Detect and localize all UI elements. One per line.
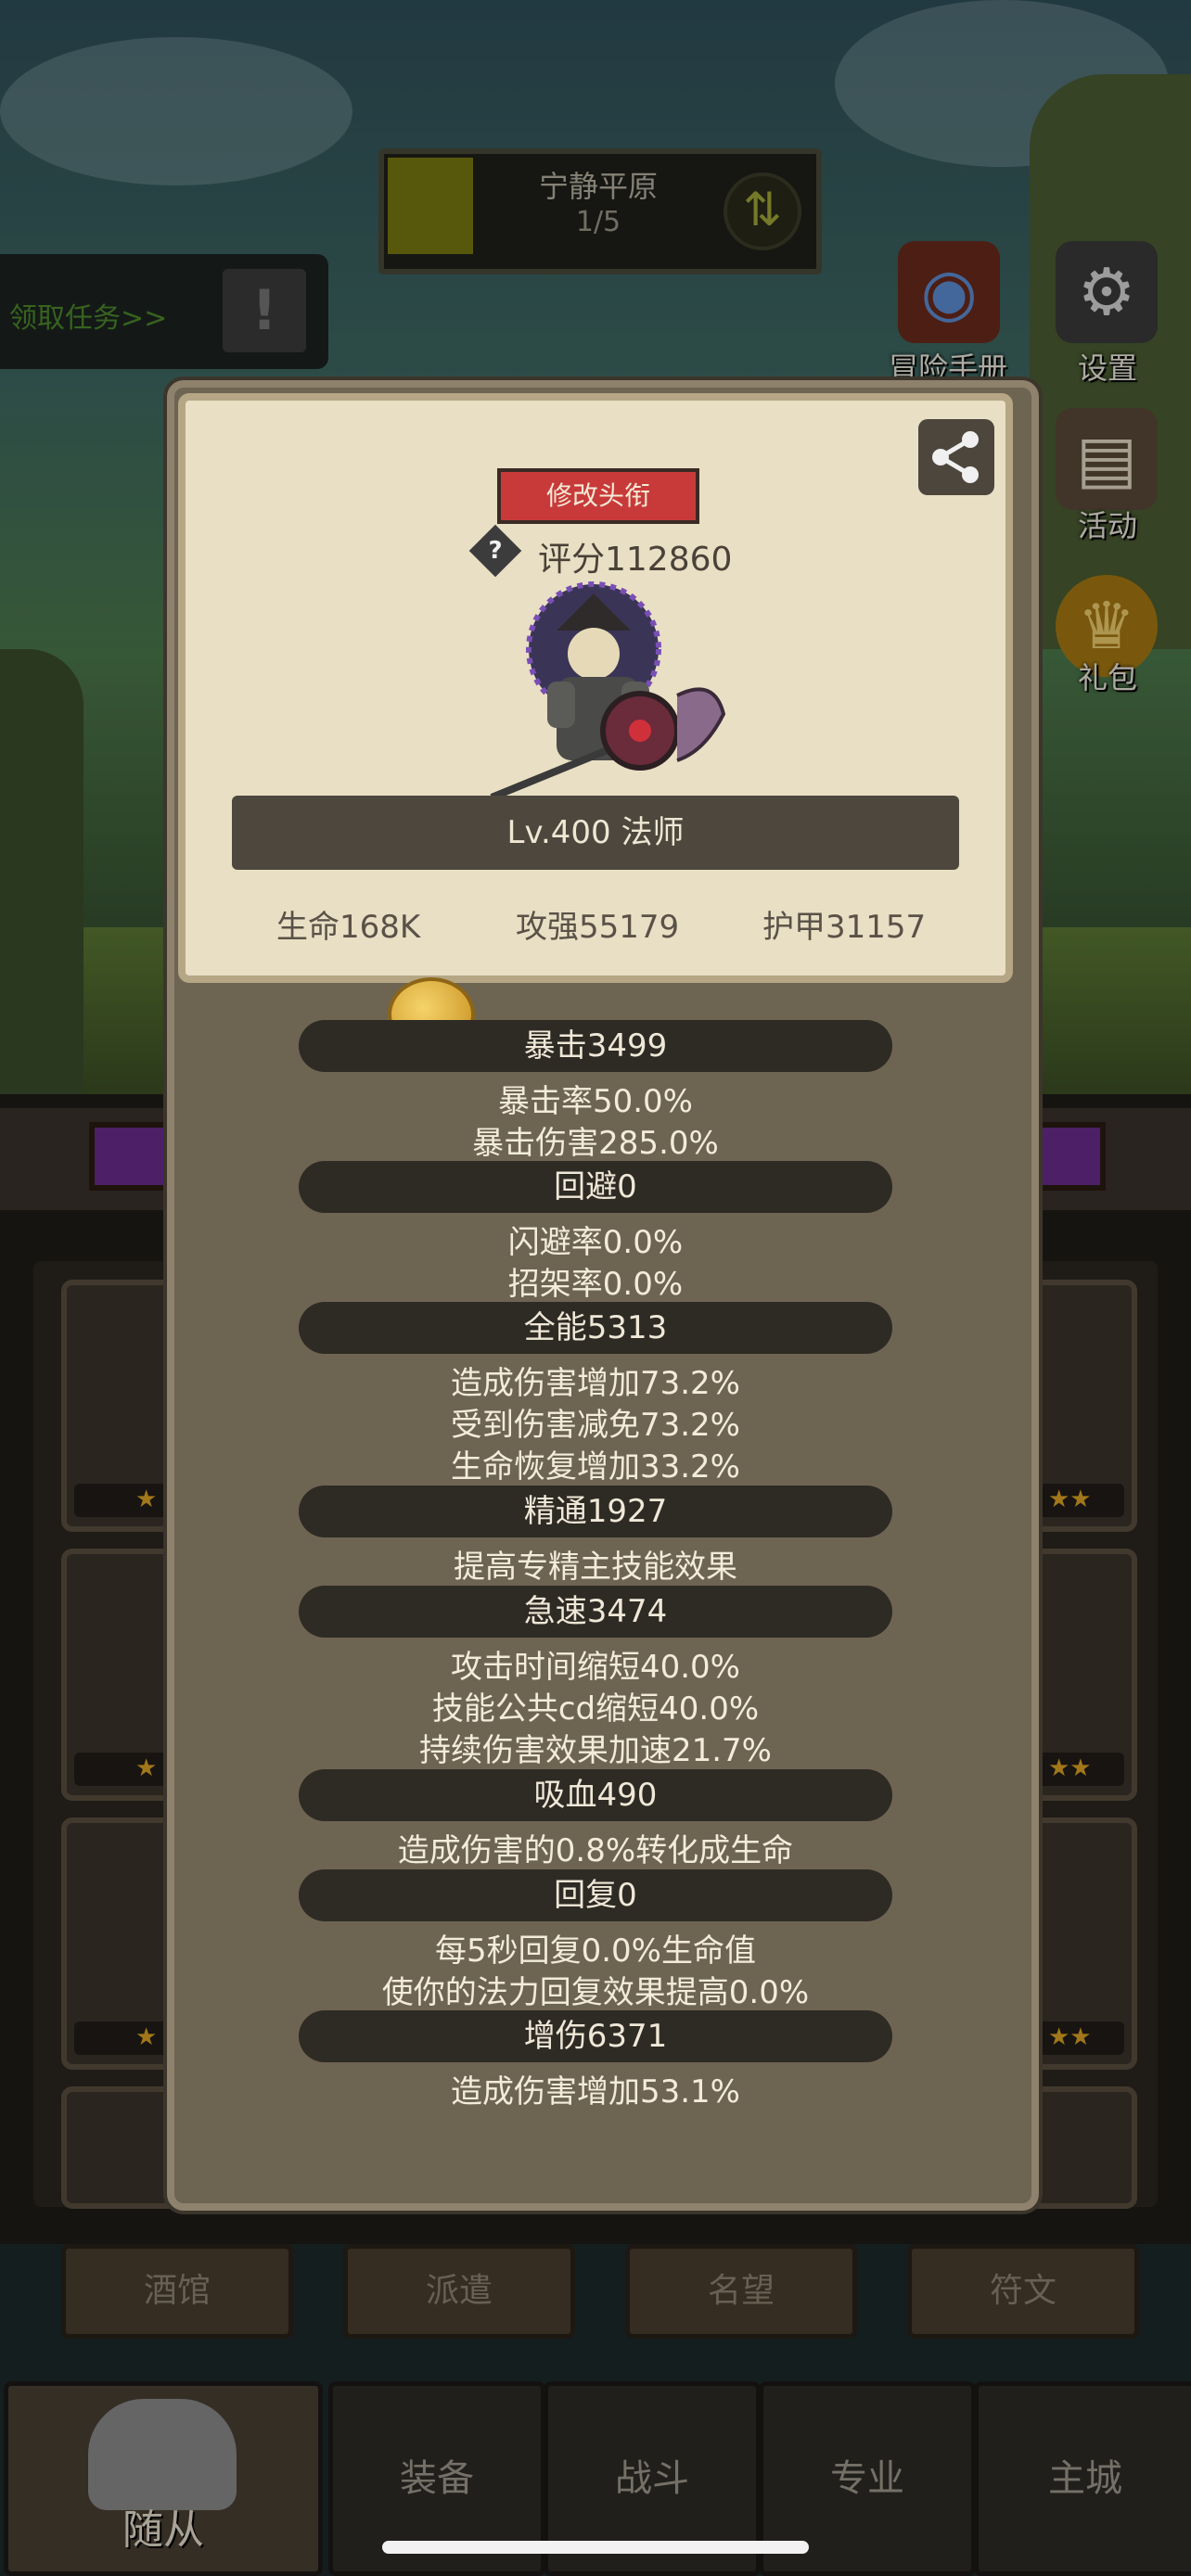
stat-category-title: 全能5313 <box>299 1302 892 1354</box>
stat-category-title: 吸血490 <box>299 1769 892 1821</box>
stat-line: 造成伤害增加53.1% <box>450 2073 740 2111</box>
stat-line: 技能公共cd缩短40.0% <box>431 1690 760 1728</box>
stat-line: 招架率0.0% <box>507 1266 684 1303</box>
stat-line: 闪避率0.0% <box>507 1224 684 1261</box>
level-class-bar: Lv.400 法师 <box>232 796 959 870</box>
hp-stat: 生命168K <box>276 909 421 946</box>
edit-title-button[interactable]: 修改头衔 <box>497 468 699 524</box>
stat-line: 每5秒回复0.0%生命值 <box>434 1932 756 1970</box>
stat-category-title: 回避0 <box>299 1161 892 1213</box>
score-text: 评分112860 <box>538 541 733 579</box>
stat-line: 暴击率50.0% <box>497 1083 693 1120</box>
stat-line: 生命恢复增加33.2% <box>450 1448 740 1486</box>
question-mark-icon[interactable]: ? <box>477 530 514 567</box>
stat-line: 攻击时间缩短40.0% <box>450 1649 740 1686</box>
armor-stat: 护甲31157 <box>762 909 927 946</box>
stat-category-title: 精通1927 <box>299 1486 892 1537</box>
share-icon <box>932 431 979 483</box>
stat-line: 造成伤害增加73.2% <box>450 1365 740 1402</box>
stat-line: 造成伤害的0.8%转化成生命 <box>397 1832 794 1869</box>
home-indicator[interactable] <box>382 2541 809 2554</box>
attack-stat: 攻强55179 <box>516 909 680 946</box>
hero-portrait <box>490 581 726 801</box>
stat-line: 受到伤害减免73.2% <box>450 1407 740 1444</box>
stat-line: 使你的法力回复效果提高0.0% <box>381 1974 810 2011</box>
stat-line: 暴击伤害285.0% <box>472 1125 719 1162</box>
stat-category-title: 增伤6371 <box>299 2010 892 2062</box>
stat-category-title: 回复0 <box>299 1869 892 1921</box>
stat-category-title: 急速3474 <box>299 1586 892 1638</box>
stat-category-title: 暴击3499 <box>299 1020 892 1072</box>
share-button[interactable] <box>918 419 994 495</box>
stat-line: 提高专精主技能效果 <box>454 1549 737 1586</box>
stat-line: 持续伤害效果加速21.7% <box>418 1732 772 1769</box>
